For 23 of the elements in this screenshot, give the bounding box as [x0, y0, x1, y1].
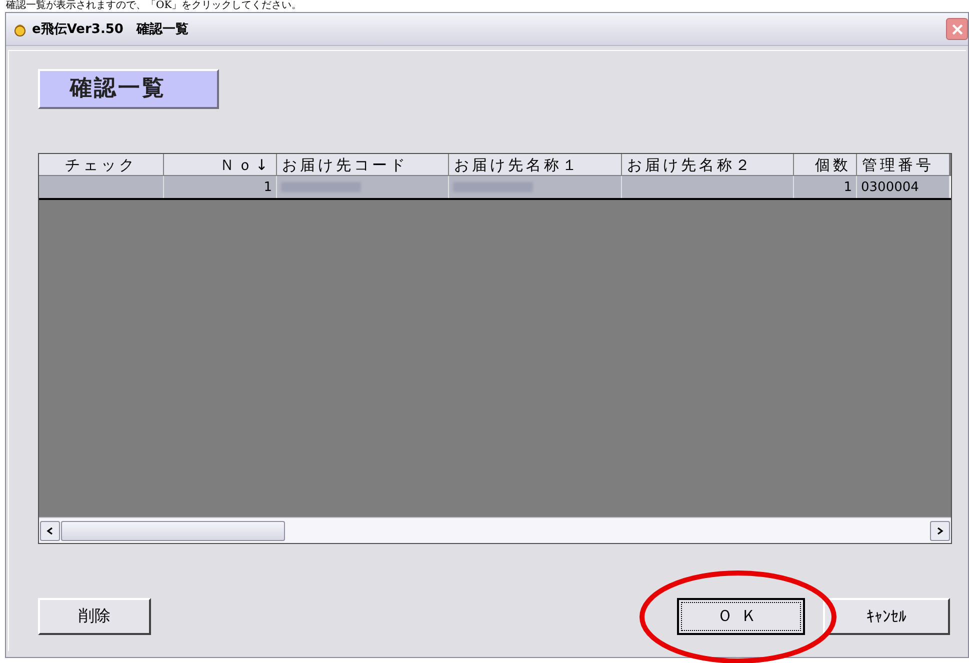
table-cell-text: 0300004	[861, 180, 920, 194]
column-header[interactable]: お届け先名称２	[622, 154, 794, 176]
window-title: e飛伝Ver3.50 確認一覧	[32, 21, 188, 38]
table-cell-text: 1	[842, 180, 852, 194]
column-header[interactable]: チェック	[39, 154, 164, 176]
column-header[interactable]: 個数	[794, 154, 857, 176]
close-button[interactable]	[946, 18, 968, 40]
scroll-left-icon[interactable]	[40, 520, 60, 540]
dialog-button[interactable]: ｷｬﾝｾﾙ	[823, 598, 950, 634]
column-header[interactable]: お届け先名称１	[449, 154, 622, 176]
scroll-thumb[interactable]	[61, 520, 285, 540]
horizontal-scrollbar[interactable]	[39, 517, 951, 543]
dialog-button[interactable]: 削除	[38, 598, 151, 634]
instruction-text: 確認一覧が表示されますので、「OK」をクリックしてください。	[5, 0, 303, 12]
dialog-button[interactable]: ＯＫ	[677, 598, 805, 634]
column-header[interactable]: お届け先コード	[277, 154, 449, 176]
table-row[interactable]: 1 1 0300004	[39, 176, 951, 200]
scroll-right-icon[interactable]	[930, 520, 950, 540]
table-cell-text: 1	[262, 180, 272, 194]
column-header[interactable]: 管理番号	[857, 154, 950, 176]
heading-label: 確認一覧	[38, 69, 219, 109]
column-header[interactable]: Ｎｏ↓	[164, 154, 277, 176]
close-icon	[952, 24, 962, 34]
